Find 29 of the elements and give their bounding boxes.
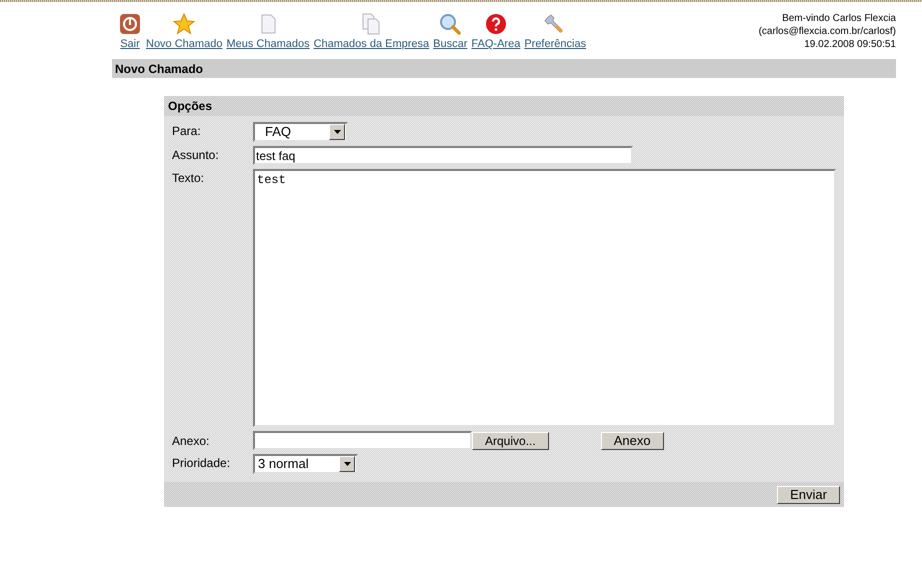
search-icon bbox=[438, 12, 462, 36]
priority-select[interactable]: 3 normal bbox=[253, 454, 358, 474]
text-area[interactable]: test bbox=[253, 169, 836, 427]
nav-link[interactable]: Chamados da Empresa bbox=[314, 12, 430, 51]
page-title: Novo Chamado bbox=[115, 60, 204, 78]
help-icon bbox=[484, 12, 508, 36]
power-icon bbox=[118, 12, 142, 36]
panel-title: Opções bbox=[168, 98, 212, 115]
field-label: Texto: bbox=[172, 170, 206, 187]
para-select[interactable]: FAQ bbox=[253, 122, 348, 142]
nav-link[interactable]: Novo Chamado bbox=[146, 12, 222, 51]
welcome-text: Bem-vindo Carlos Flexcia bbox=[781, 12, 896, 25]
nav-link[interactable]: Sair bbox=[118, 12, 142, 51]
field-label: Anexo: bbox=[172, 432, 210, 450]
file-field[interactable] bbox=[253, 431, 472, 450]
nav-link[interactable]: FAQ-Area bbox=[471, 12, 520, 51]
submit-button[interactable]: Enviar bbox=[777, 486, 840, 504]
field-label: Assunto: bbox=[172, 147, 220, 164]
attach-button[interactable]: Anexo bbox=[600, 432, 664, 450]
field-label: Para: bbox=[172, 123, 202, 140]
nav-link[interactable]: Buscar bbox=[433, 12, 468, 51]
subject-field[interactable]: test faq bbox=[253, 146, 633, 165]
datetime-text: 19.02.2008 09:50:51 bbox=[803, 38, 896, 51]
field-label: Prioridade: bbox=[172, 455, 232, 472]
browse-button[interactable]: Arquivo... bbox=[472, 432, 549, 450]
star-icon bbox=[172, 12, 196, 36]
account-text: (carlos@flexcia.com.br/carlosf) bbox=[758, 25, 896, 38]
nav-link[interactable]: Preferências bbox=[524, 12, 586, 51]
nav-link[interactable]: Meus Chamados bbox=[226, 12, 310, 51]
